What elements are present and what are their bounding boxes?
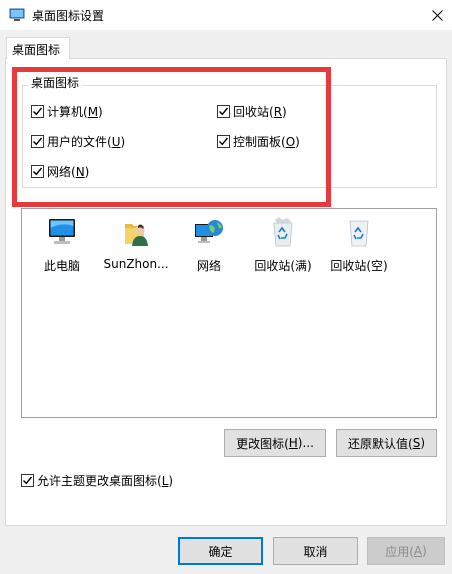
checkmark-icon xyxy=(23,476,33,484)
checkbox-box[interactable] xyxy=(217,104,230,118)
ok-button[interactable]: 确定 xyxy=(178,537,263,565)
change-icon-button[interactable]: 更改图标(H)... xyxy=(224,429,326,457)
icon-item-user-folder[interactable]: SunZhon... xyxy=(101,216,171,271)
allow-themes-label: 允许主题更改桌面图标(L) xyxy=(37,473,174,488)
restore-default-button[interactable]: 还原默认值(S) xyxy=(336,429,437,457)
checkbox-box[interactable] xyxy=(31,134,44,148)
icon-item-label: 回收站(空) xyxy=(330,259,388,273)
network-icon xyxy=(195,220,223,243)
checkbox-box[interactable] xyxy=(217,134,230,148)
checkbox-box[interactable] xyxy=(21,473,34,487)
display-settings-icon xyxy=(9,8,25,21)
window-title: 桌面图标设置 xyxy=(32,9,105,23)
network-checkbox-label: 网络(N) xyxy=(47,164,90,179)
user-files-checkbox[interactable]: 用户的文件(U) xyxy=(31,133,125,149)
recycle-bin-checkbox-label: 回收站(R) xyxy=(233,104,287,119)
icon-list[interactable]: 此电脑 SunZhon... 网络 回收站(满) 回收站(空) xyxy=(21,208,437,418)
checkmark-icon xyxy=(33,137,43,145)
control-panel-checkbox-label: 控制面板(O) xyxy=(233,134,300,149)
user-files-checkbox-label: 用户的文件(U) xyxy=(47,134,126,149)
checkmark-icon xyxy=(33,167,43,175)
control-panel-checkbox[interactable]: 控制面板(O) xyxy=(217,133,300,149)
computer-checkbox-label: 计算机(M) xyxy=(47,104,103,119)
group-title: 桌面图标 xyxy=(28,74,83,91)
computer-checkbox[interactable]: 计算机(M) xyxy=(31,103,103,119)
network-checkbox[interactable]: 网络(N) xyxy=(31,163,89,179)
icon-item-recycle-bin-full[interactable]: 回收站(满) xyxy=(248,216,318,274)
checkmark-icon xyxy=(219,137,229,145)
icon-item-label: 此电脑 xyxy=(43,259,80,273)
allow-themes-checkbox[interactable]: 允许主题更改桌面图标(L) xyxy=(21,472,173,488)
recycle-bin-empty-icon xyxy=(349,220,369,247)
checkmark-icon xyxy=(33,107,43,115)
icon-item-network[interactable]: 网络 xyxy=(174,216,244,274)
user-folder-icon xyxy=(125,224,148,246)
close-icon xyxy=(431,9,443,21)
icon-item-label: SunZhon... xyxy=(103,257,169,271)
recycle-bin-checkbox[interactable]: 回收站(R) xyxy=(217,103,287,119)
checkbox-box[interactable] xyxy=(31,104,44,118)
icon-item-this-pc[interactable]: 此电脑 xyxy=(27,216,97,274)
tab-desktop-icons[interactable]: 桌面图标 xyxy=(6,37,70,59)
recycle-bin-full-icon xyxy=(273,217,293,247)
icon-item-label: 回收站(满) xyxy=(254,259,312,273)
computer-icon xyxy=(49,219,75,244)
icon-item-label: 网络 xyxy=(196,259,221,273)
title-bar: 桌面图标设置 xyxy=(0,0,452,30)
checkmark-icon xyxy=(219,107,229,115)
checkbox-box[interactable] xyxy=(31,164,44,178)
cancel-button[interactable]: 取消 xyxy=(273,537,358,565)
tab-label: 桌面图标 xyxy=(12,43,61,57)
apply-button[interactable]: 应用(A) xyxy=(367,537,445,565)
icon-item-recycle-bin-empty[interactable]: 回收站(空) xyxy=(324,216,394,274)
close-button[interactable] xyxy=(422,0,452,30)
